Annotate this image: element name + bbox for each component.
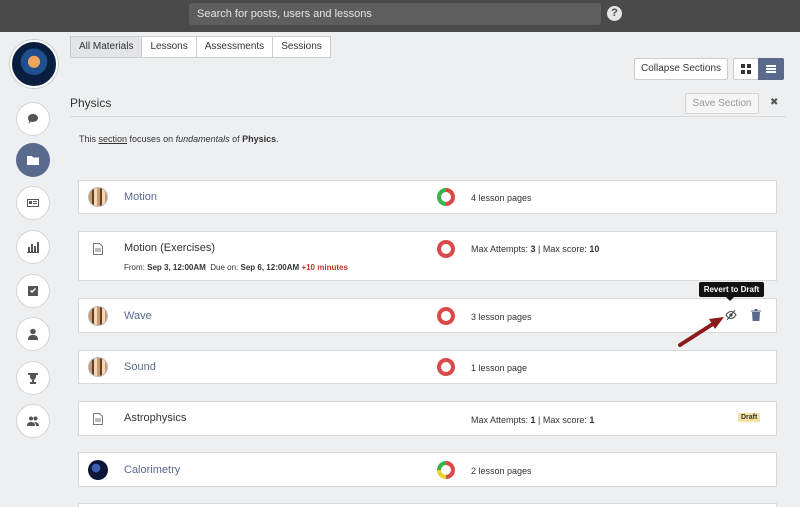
item-meta: Max Attempts: 3 | Max score: 10: [471, 244, 600, 254]
item-meta: 4 lesson pages: [471, 193, 532, 203]
progress-ring-icon: [437, 461, 455, 479]
save-section-button[interactable]: Save Section: [685, 93, 759, 114]
status-badge: Draft: [738, 413, 761, 422]
progress-ring-icon: [437, 307, 455, 325]
item-title[interactable]: Motion (Exercises): [124, 242, 215, 254]
collapse-sections-button[interactable]: Collapse Sections: [634, 58, 728, 80]
list-view-button[interactable]: [758, 58, 784, 80]
lesson-thumbnail: [88, 357, 108, 377]
list-item[interactable]: Astrophysics Max Attempts: 1 | Max score…: [78, 401, 777, 436]
annotation-arrow-icon: [678, 317, 724, 347]
avatar[interactable]: [10, 40, 58, 88]
progress-ring-icon: [437, 240, 455, 258]
grid-icon: [741, 64, 751, 74]
trophy-icon[interactable]: [16, 361, 50, 395]
progress-ring-icon: [437, 188, 455, 206]
chart-icon[interactable]: [16, 230, 50, 264]
list-icon: [766, 65, 776, 73]
list-item[interactable]: Motion (Exercises) From: Sep 3, 12:00AM …: [78, 231, 777, 281]
list-item[interactable]: Motion 4 lesson pages: [78, 180, 777, 214]
item-meta: 2 lesson pages: [471, 466, 532, 476]
document-icon: [93, 413, 103, 425]
revert-to-draft-tooltip: Revert to Draft: [699, 282, 764, 297]
checkbox-icon[interactable]: [16, 274, 50, 308]
folder-icon[interactable]: [16, 143, 50, 177]
list-item[interactable]: Wave 3 lesson pages: [78, 298, 777, 333]
lesson-thumbnail: [88, 187, 108, 207]
document-icon: [93, 243, 103, 255]
tab-sessions[interactable]: Sessions: [272, 36, 331, 58]
item-meta: 1 lesson page: [471, 363, 528, 373]
item-title[interactable]: Calorimetry: [124, 464, 180, 476]
tooltip-caret: [726, 297, 734, 301]
item-title[interactable]: Wave: [124, 310, 152, 322]
lesson-thumbnail: [88, 306, 108, 326]
item-meta: Max Attempts: 1 | Max score: 1: [471, 415, 595, 425]
item-title[interactable]: Motion: [124, 191, 157, 203]
grid-view-button[interactable]: [733, 58, 759, 80]
top-bar: Search for posts, users and lessons ?: [0, 0, 800, 32]
user-icon[interactable]: [16, 317, 50, 351]
divider: [70, 116, 786, 117]
tab-assessments[interactable]: Assessments: [195, 36, 274, 58]
tab-lessons[interactable]: Lessons: [141, 36, 197, 58]
item-dates: From: Sep 3, 12:00AM Due on: Sep 6, 12:0…: [124, 263, 348, 272]
lesson-thumbnail: [88, 460, 108, 480]
trash-icon[interactable]: [751, 309, 761, 321]
item-meta: 3 lesson pages: [471, 312, 532, 322]
chat-icon[interactable]: [16, 102, 50, 136]
item-title[interactable]: Sound: [124, 361, 156, 373]
search-input[interactable]: Search for posts, users and lessons: [189, 3, 601, 25]
progress-ring-icon: [437, 358, 455, 376]
item-title[interactable]: Astrophysics: [124, 412, 186, 424]
newspaper-icon[interactable]: [16, 186, 50, 220]
tab-all-materials[interactable]: All Materials: [70, 36, 143, 58]
list-item[interactable]: Sound 1 lesson page: [78, 350, 777, 384]
help-icon[interactable]: ?: [607, 6, 622, 21]
list-item[interactable]: [78, 503, 777, 507]
section-link[interactable]: section: [99, 134, 128, 144]
list-item[interactable]: Calorimetry 2 lesson pages: [78, 452, 777, 487]
users-icon[interactable]: [16, 404, 50, 438]
material-tabs: All Materials Lessons Assessments Sessio…: [70, 36, 331, 58]
section-description: This section focuses on fundamentals of …: [79, 134, 279, 144]
close-icon[interactable]: ✖: [770, 97, 778, 108]
section-title[interactable]: Physics: [70, 96, 111, 110]
